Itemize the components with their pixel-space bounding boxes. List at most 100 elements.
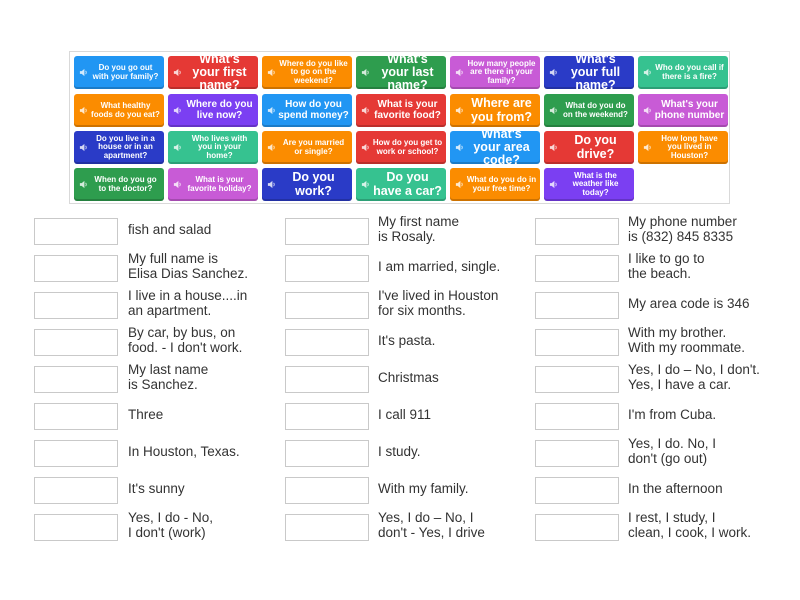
drop-zone[interactable] — [285, 403, 369, 430]
speaker-icon — [170, 68, 184, 77]
question-tile[interactable]: Do you go out with your family? — [74, 56, 164, 89]
speaker-icon — [264, 143, 278, 152]
question-tile[interactable]: What's your area code? — [450, 126, 540, 168]
answer-text: I call 911 — [378, 407, 432, 422]
drop-zone[interactable] — [285, 329, 369, 356]
answer-text: In the afternoon — [628, 481, 723, 496]
drop-zone[interactable] — [535, 366, 619, 393]
question-tile-text: What do you do on the weekend? — [563, 101, 628, 119]
speaker-icon — [546, 68, 560, 77]
question-tile-text: Are you married or single? — [282, 138, 345, 156]
question-tile[interactable]: When do you go to the doctor? — [74, 168, 164, 201]
question-tile[interactable]: What's your first name? — [168, 51, 258, 93]
question-tile[interactable]: Do you live in a house or in an apartmen… — [74, 131, 164, 164]
drop-zone[interactable] — [535, 292, 619, 319]
question-tile-text: How long have you lived in Houston? — [661, 133, 718, 160]
question-tile[interactable]: What healthy foods do you eat? — [74, 94, 164, 127]
answer-text: My phone number is (832) 845 8335 — [628, 214, 737, 244]
drop-zone[interactable] — [34, 477, 118, 504]
drop-zone[interactable] — [535, 255, 619, 282]
drop-zone[interactable] — [34, 292, 118, 319]
question-tile-text: Who lives with you in your home? — [191, 133, 248, 160]
answer-text: Yes, I do – No, I don't - Yes, I drive — [378, 510, 485, 540]
speaker-icon — [264, 180, 278, 189]
question-tile[interactable]: How many people are there in your family… — [450, 56, 540, 89]
question-tile[interactable]: Where are you from? — [450, 94, 540, 127]
question-tile[interactable]: How long have you lived in Houston? — [638, 131, 728, 164]
speaker-icon — [452, 68, 466, 77]
drop-zone[interactable] — [34, 366, 118, 393]
drop-zone[interactable] — [285, 218, 369, 245]
speaker-icon — [452, 106, 466, 115]
question-tile[interactable]: Do you have a car? — [356, 168, 446, 201]
drop-zone[interactable] — [535, 440, 619, 467]
drop-zone[interactable] — [34, 403, 118, 430]
drop-zone[interactable] — [34, 440, 118, 467]
question-tile-text: Where do you like to go on the weekend? — [279, 58, 348, 85]
speaker-icon — [358, 180, 372, 189]
question-tile[interactable]: What is your favorite food? — [356, 94, 446, 127]
answer-text: My last name is Sanchez. — [128, 362, 209, 392]
question-tile-text: What healthy foods do you eat? — [91, 101, 160, 119]
question-tile[interactable]: What is the weather like today? — [544, 168, 634, 201]
question-tile[interactable]: Where do you like to go on the weekend? — [262, 56, 352, 89]
speaker-icon — [76, 106, 90, 115]
question-tile[interactable]: How do you spend money? — [262, 94, 352, 127]
speaker-icon — [546, 106, 560, 115]
question-tile[interactable]: What do you do in your free time? — [450, 168, 540, 201]
speaker-icon — [640, 143, 654, 152]
drop-zone[interactable] — [285, 514, 369, 541]
drop-zone[interactable] — [285, 440, 369, 467]
question-tile-text: What's your area code? — [473, 126, 530, 168]
speaker-icon — [358, 68, 372, 77]
drop-zone[interactable] — [535, 218, 619, 245]
speaker-icon — [264, 106, 278, 115]
question-tile-text: Do you drive? — [574, 133, 617, 161]
drop-zone[interactable] — [34, 218, 118, 245]
answer-text: I live in a house....in an apartment. — [128, 288, 248, 318]
question-tile-text: What's your full name? — [570, 51, 621, 93]
answer-text: It's sunny — [128, 481, 185, 496]
drop-zone[interactable] — [285, 292, 369, 319]
question-tile[interactable]: Are you married or single? — [262, 131, 352, 164]
speaker-icon — [358, 106, 372, 115]
question-tile-text: Do you work? — [292, 170, 335, 198]
question-tile[interactable]: What do you do on the weekend? — [544, 94, 634, 127]
speaker-icon — [170, 180, 184, 189]
question-tile-text: What is your favorite food? — [374, 99, 441, 121]
answer-text: Three — [128, 407, 164, 422]
answer-text: By car, by bus, on food. - I don't work. — [128, 325, 243, 355]
question-tile-text: How do you spend money? — [278, 99, 349, 121]
drop-zone[interactable] — [535, 403, 619, 430]
drop-zone[interactable] — [535, 477, 619, 504]
drop-zone[interactable] — [535, 514, 619, 541]
drop-zone[interactable] — [34, 329, 118, 356]
question-tile[interactable]: Where do you live now? — [168, 94, 258, 127]
drop-zone[interactable] — [34, 514, 118, 541]
question-tile[interactable]: What's your phone number — [638, 94, 728, 127]
drop-zone[interactable] — [285, 366, 369, 393]
question-tile-text: What is the weather like today? — [572, 170, 619, 197]
question-tile-text: How do you get to work or school? — [372, 138, 443, 156]
question-tile[interactable]: What's your last name? — [356, 52, 446, 92]
question-tile[interactable]: How do you get to work or school? — [356, 131, 446, 164]
question-tile-text: What's your first name? — [192, 51, 247, 93]
drop-zone[interactable] — [285, 477, 369, 504]
speaker-icon — [452, 180, 466, 189]
question-tile[interactable]: Do you work? — [262, 168, 352, 201]
question-tile[interactable]: What's your full name? — [544, 51, 634, 93]
question-tile[interactable]: Who do you call if there is a fire? — [638, 56, 728, 89]
answer-text: In Houston, Texas. — [128, 444, 240, 459]
speaker-icon — [170, 143, 184, 152]
answer-text: With my brother. With my roommate. — [628, 325, 746, 355]
speaker-icon — [358, 143, 372, 152]
question-tile[interactable]: Do you drive? — [544, 131, 634, 164]
drop-zone[interactable] — [285, 255, 369, 282]
speaker-icon — [546, 143, 560, 152]
answer-text: Yes, I do - No, I don't (work) — [128, 510, 214, 540]
answer-text: It's pasta. — [378, 333, 436, 348]
question-tile[interactable]: Who lives with you in your home? — [168, 131, 258, 164]
question-tile[interactable]: What is your favorite holiday? — [168, 168, 258, 201]
drop-zone[interactable] — [34, 255, 118, 282]
drop-zone[interactable] — [535, 329, 619, 356]
